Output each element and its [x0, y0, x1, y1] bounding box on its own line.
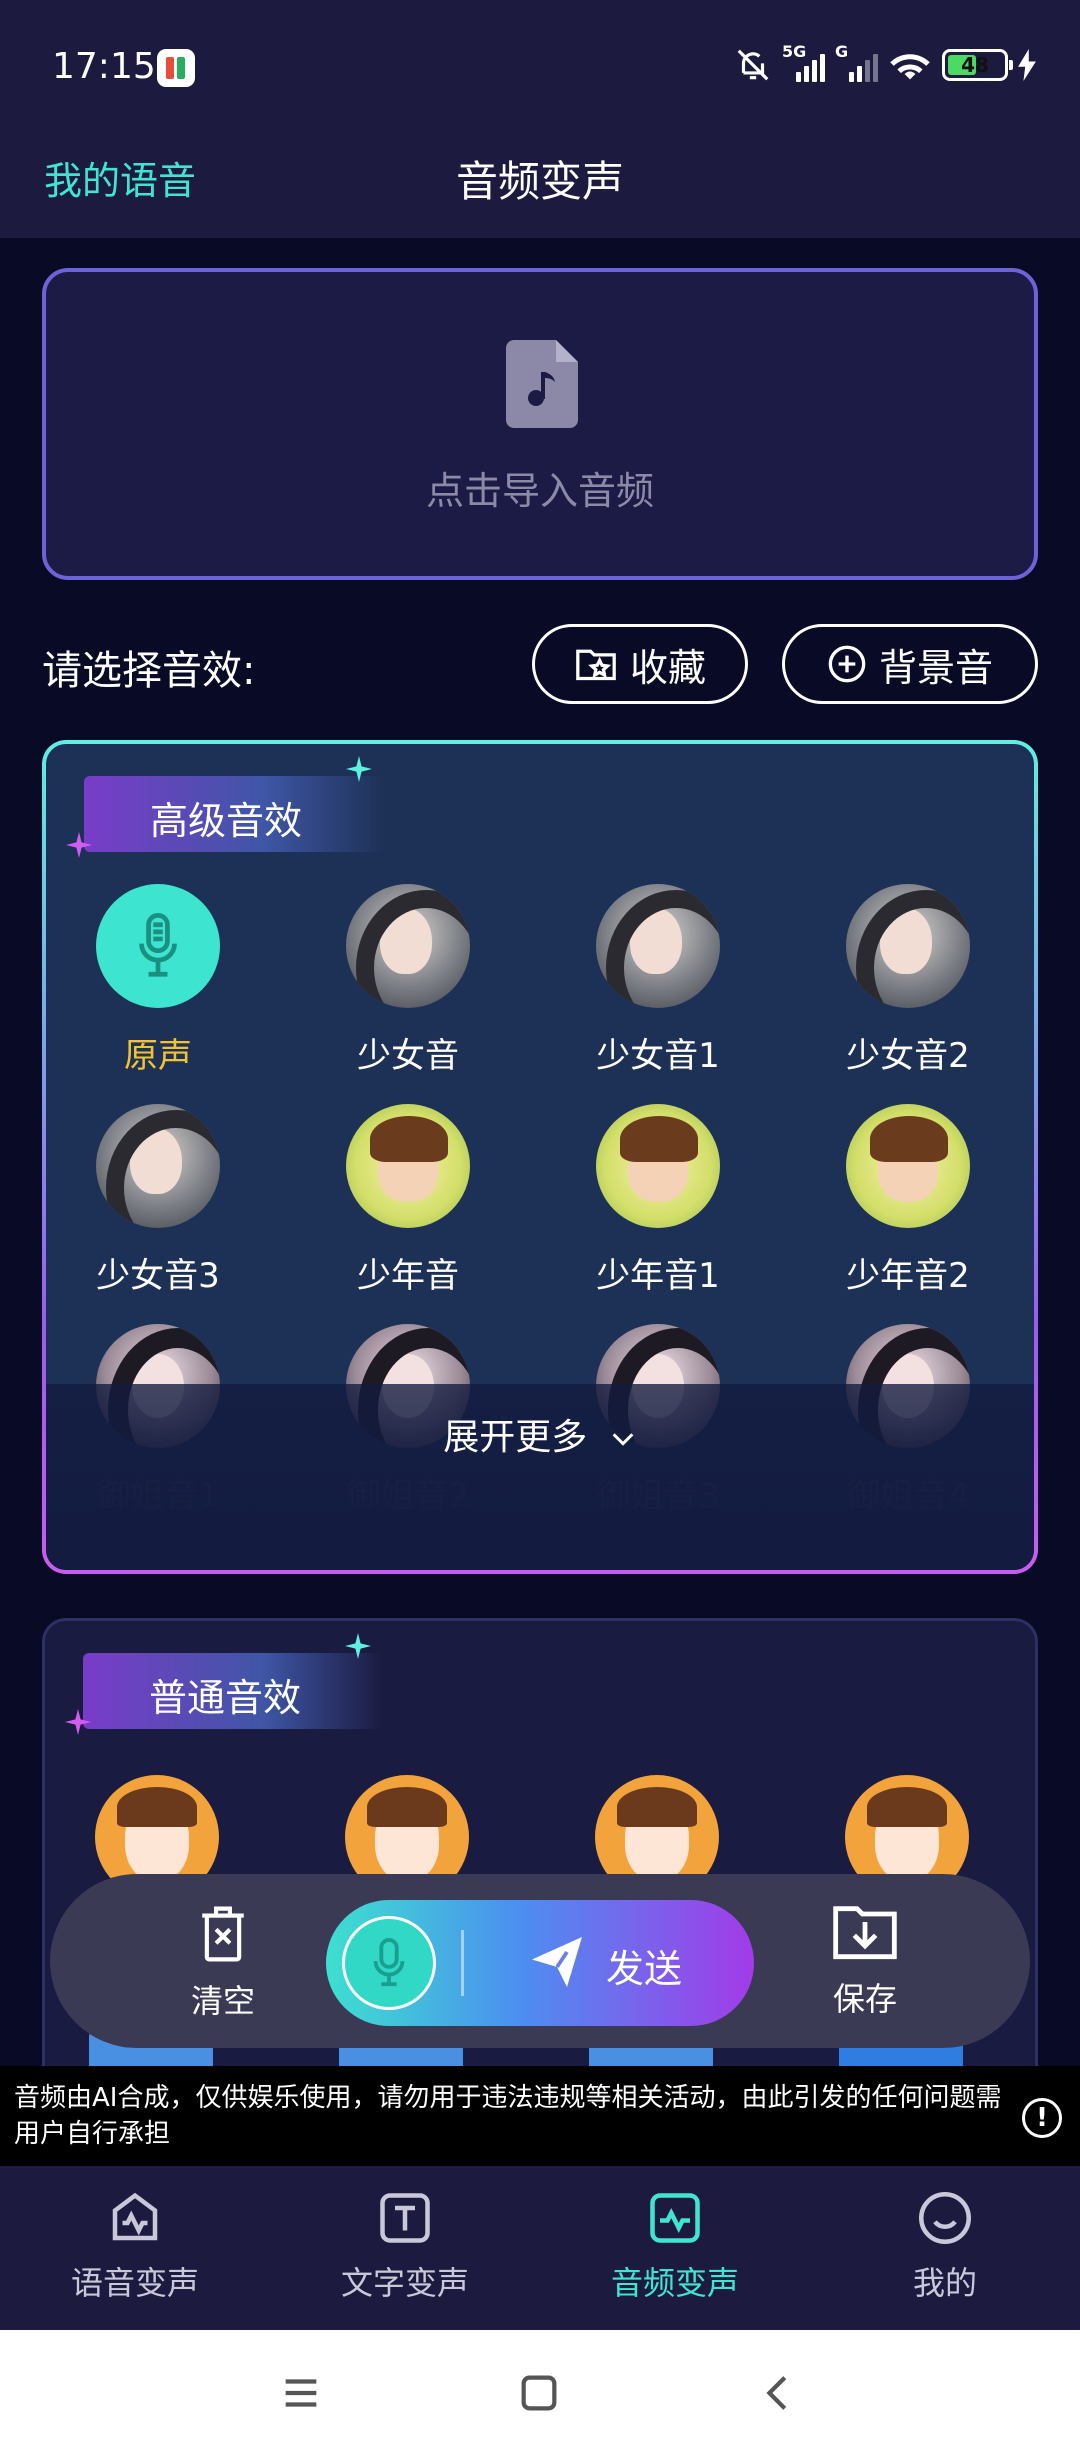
mic-icon: [373, 1938, 405, 1987]
nav-audio-change[interactable]: 音频变声: [540, 2188, 810, 2304]
normal-section-tag: 普通音效: [83, 1653, 383, 1729]
girl-avatar: [846, 884, 970, 1008]
boy-avatar: [346, 1104, 470, 1228]
menu-icon[interactable]: [278, 2370, 324, 2416]
mic-icon: [139, 913, 177, 977]
normal-section-title: 普通音效: [149, 1676, 302, 1720]
background-music-label: 背景音: [878, 645, 993, 690]
favorites-button[interactable]: 收藏: [532, 624, 748, 704]
nav-text-change-label: 文字变声: [340, 2264, 469, 2302]
nav-voice-change-label: 语音变声: [70, 2264, 199, 2302]
nav-mine-label: 我的: [912, 2264, 977, 2302]
girl-avatar: [346, 884, 470, 1008]
send-divider: [461, 1930, 464, 1996]
app-notification-icon: [157, 49, 195, 87]
smile-icon: [919, 2192, 971, 2244]
disclaimer-text: 音频由AI合成，仅供娱乐使用，请勿用于违法违规等相关活动，由此引发的任何问题需用…: [14, 2083, 1002, 2149]
floating-action-bar: 清空 发送 保存: [50, 1874, 1030, 2048]
sparkle-icon: [345, 1633, 371, 1659]
save-label: 保存: [832, 1980, 897, 2018]
effect-name: 少年音2: [846, 1256, 970, 1296]
effect-item[interactable]: 少年音2: [808, 1104, 1008, 1297]
send-label: 发送: [606, 1947, 683, 1991]
disclaimer-bar: 音频由AI合成，仅供娱乐使用，请勿用于违法违规等相关活动，由此引发的任何问题需用…: [0, 2066, 1080, 2166]
original-voice-avatar: [96, 884, 220, 1008]
boy-avatar: [846, 1104, 970, 1228]
app-header: 我的语音 音频变声: [0, 130, 1080, 238]
clear-label: 清空: [190, 1982, 255, 2020]
effect-item[interactable]: 少年音: [308, 1104, 508, 1297]
effect-item[interactable]: 少女音3: [58, 1104, 258, 1297]
nav-mine[interactable]: 我的: [810, 2188, 1080, 2304]
boy-avatar: [596, 1104, 720, 1228]
premium-section-tag: 高级音效: [84, 776, 384, 852]
info-icon[interactable]: !: [1022, 2098, 1062, 2138]
status-icons: 5G G 48: [734, 42, 1036, 84]
import-audio-box[interactable]: 点击导入音频: [42, 268, 1038, 580]
paper-plane-icon: [532, 1937, 582, 1987]
charging-icon: [1018, 49, 1036, 81]
effect-name: 原声: [124, 1036, 192, 1076]
nav-audio-change-label: 音频变声: [610, 2264, 739, 2302]
expand-more-label: 展开更多: [443, 1417, 588, 1458]
effect-name: 少年音1: [596, 1256, 720, 1296]
effect-item[interactable]: 少女音2: [808, 884, 1008, 1077]
voice-wave-icon: [112, 2192, 158, 2241]
mute-bell-icon: [737, 49, 769, 81]
nav-voice-change[interactable]: 语音变声: [0, 2188, 270, 2304]
chevron-down-icon: [612, 1433, 634, 1446]
effect-item[interactable]: 原声: [58, 884, 258, 1077]
premium-section-title: 高级音效: [150, 799, 303, 843]
text-icon: [380, 2193, 430, 2243]
nav-text-change[interactable]: 文字变声: [270, 2188, 540, 2304]
expand-more-button[interactable]: 展开更多: [46, 1408, 1034, 1460]
status-time: 17:15: [52, 46, 156, 87]
effect-name: 少女音1: [596, 1036, 720, 1076]
effect-name: 少女音2: [846, 1036, 970, 1076]
effect-name: 少女音3: [96, 1256, 220, 1296]
clear-button[interactable]: 清空: [168, 1904, 278, 2022]
select-effect-label: 请选择音效:: [42, 648, 256, 694]
send-button[interactable]: 发送: [326, 1900, 754, 2026]
sparkle-icon: [66, 832, 92, 858]
folder-star-icon: [576, 649, 616, 681]
download-folder-icon: [833, 1906, 897, 1960]
audio-wave-icon: [650, 2193, 700, 2243]
plus-circle-icon: [828, 645, 866, 683]
import-audio-label: 点击导入音频: [425, 469, 654, 513]
sparkle-icon: [346, 756, 372, 782]
page-title: 音频变声: [455, 157, 624, 206]
effect-item[interactable]: 少女音1: [558, 884, 758, 1077]
signal-g-icon: G: [835, 42, 878, 82]
girl-avatar: [96, 1104, 220, 1228]
save-button[interactable]: 保存: [810, 1898, 920, 2020]
battery-icon: 48: [942, 49, 1013, 81]
record-mic-button[interactable]: [342, 1916, 436, 2010]
clear-icon: [202, 1906, 244, 1962]
effect-name: 少女音: [357, 1036, 459, 1076]
wifi-icon: [890, 54, 930, 80]
effect-item[interactable]: 少女音: [308, 884, 508, 1077]
home-icon[interactable]: [516, 2370, 562, 2416]
status-bar: 17:15 5G G 48: [0, 0, 1080, 130]
music-file-icon: [506, 340, 578, 428]
bottom-navigation: 语音变声 文字变声 音频变声 我的: [0, 2166, 1080, 2330]
sparkle-icon: [65, 1709, 91, 1735]
girl-avatar: [596, 884, 720, 1008]
effect-name: 少年音: [357, 1256, 459, 1296]
signal-5g-icon: 5G: [782, 42, 825, 82]
back-icon[interactable]: [756, 2370, 802, 2416]
effect-item[interactable]: 少年音1: [558, 1104, 758, 1297]
system-navigation-bar: [0, 2330, 1080, 2460]
background-music-button[interactable]: 背景音: [782, 624, 1038, 704]
premium-effects-panel: 高级音效 原声少女音少女音1少女音2少女音3少年音少年音1少年音2御姐音1御姐音…: [42, 740, 1038, 1574]
favorites-label: 收藏: [629, 645, 706, 690]
